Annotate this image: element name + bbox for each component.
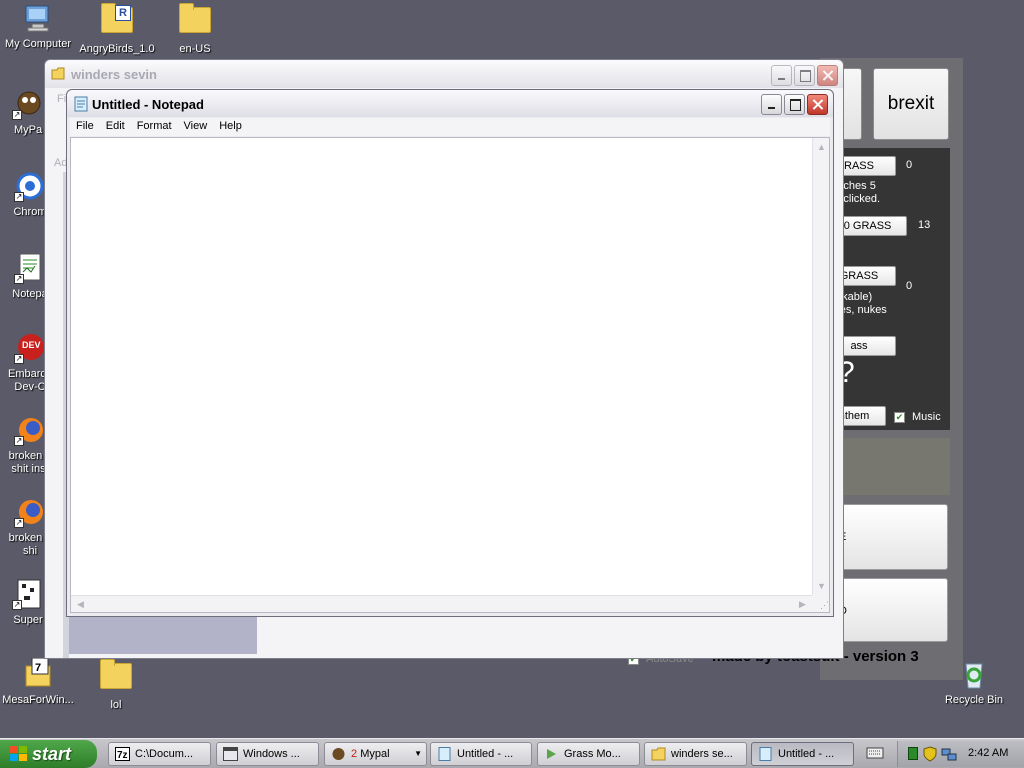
desktop-icon-label: My Computer bbox=[4, 38, 72, 50]
desktop-icon-mesa[interactable]: 7 MesaForWin... bbox=[0, 657, 78, 707]
taskbar-item-cmd[interactable]: 7z C:\Docum... bbox=[108, 742, 211, 766]
notepad-icon: ↗ bbox=[14, 252, 46, 284]
resize-grip-icon[interactable]: ⋰ bbox=[812, 595, 829, 612]
window-icon bbox=[223, 747, 238, 761]
winders-titlebar[interactable]: winders sevin bbox=[45, 60, 843, 88]
taskbar-item-untitled-2[interactable]: Untitled - ... bbox=[751, 742, 854, 766]
taskbar: start 7z C:\Docum... Windows ... 2 Mypal… bbox=[0, 738, 1024, 768]
start-button[interactable]: start bbox=[0, 740, 97, 768]
taskbar-item-label: C:\Docum... bbox=[135, 748, 194, 760]
upgrade-count: 0 bbox=[906, 280, 913, 292]
desktop-icon-label: MesaForWin... bbox=[2, 694, 74, 706]
winders-title: winders sevin bbox=[71, 67, 157, 82]
close-button[interactable] bbox=[807, 94, 828, 115]
taskbar-item-winders[interactable]: winders se... bbox=[644, 742, 747, 766]
music-checkbox[interactable]: ✔ bbox=[894, 412, 905, 423]
taskbar-item-label: Mypal bbox=[360, 748, 390, 760]
desktop-icon-label: en-US bbox=[179, 43, 211, 55]
svg-text:7z: 7z bbox=[117, 750, 128, 761]
dev-cpp-icon: DEV ↗ bbox=[14, 332, 46, 364]
start-label: start bbox=[32, 744, 72, 764]
archive-icon: 7 bbox=[22, 657, 54, 690]
desktop-icon-en-us[interactable]: en-US bbox=[155, 2, 235, 56]
clock[interactable]: 2:42 AM bbox=[968, 747, 1008, 759]
desktop-icon-label: AngryBirds_1.0 bbox=[79, 43, 155, 55]
taskbar-item-label: Grass Mo... bbox=[564, 748, 621, 760]
notepad-window: Untitled - Notepad File Edit Format View Hel… bbox=[66, 89, 834, 617]
folder-icon bbox=[100, 659, 132, 695]
notepad-menubar: File Edit Format View Help bbox=[70, 118, 830, 136]
notepad-icon bbox=[74, 96, 88, 112]
winders-status-area bbox=[69, 616, 257, 654]
taskbar-item-label: winders se... bbox=[671, 748, 733, 760]
notepad-title: Untitled - Notepad bbox=[92, 97, 204, 112]
folder-icon bbox=[651, 747, 666, 761]
svg-text:7: 7 bbox=[35, 662, 41, 674]
security-shield-icon[interactable] bbox=[923, 746, 937, 762]
brexit-button[interactable]: brexit bbox=[873, 68, 949, 140]
menu-file[interactable]: File bbox=[70, 118, 100, 132]
taskbar-item-untitled-1[interactable]: Untitled - ... bbox=[430, 742, 532, 766]
maximize-button[interactable] bbox=[794, 65, 815, 86]
mypal-icon bbox=[332, 748, 345, 760]
notepad-text-area[interactable] bbox=[70, 137, 830, 613]
desktop-icon-label: Recycle Bin bbox=[944, 694, 1004, 706]
close-button[interactable] bbox=[817, 65, 838, 86]
windows-flag-icon bbox=[10, 746, 27, 761]
archive-badge-icon: R bbox=[115, 5, 131, 21]
winders-menu-hint: Fi bbox=[57, 93, 67, 105]
scroll-up-arrow-icon[interactable]: ▲ bbox=[814, 140, 829, 155]
taskbar-item-windows[interactable]: Windows ... bbox=[216, 742, 319, 766]
system-tray: 2:42 AM bbox=[897, 741, 1024, 767]
folder-icon bbox=[179, 3, 211, 39]
menu-format[interactable]: Format bbox=[131, 118, 178, 132]
chevron-down-icon: ▼ bbox=[414, 749, 422, 758]
firefox-icon: ↗ bbox=[14, 496, 46, 528]
menu-edit[interactable]: Edit bbox=[100, 118, 131, 132]
folder-icon: R bbox=[101, 3, 133, 39]
svg-text:DEV: DEV bbox=[22, 340, 41, 350]
maximize-button[interactable] bbox=[784, 94, 805, 115]
pixel-game-icon: ↗ bbox=[12, 578, 44, 610]
desktop-icon-lol[interactable]: lol bbox=[76, 658, 156, 712]
taskbar-item-grass[interactable]: Grass Mo... bbox=[537, 742, 640, 766]
upgrade-count: 0 bbox=[906, 159, 913, 171]
scroll-down-arrow-icon[interactable]: ▼ bbox=[814, 579, 829, 594]
taskbar-item-label: Untitled - ... bbox=[778, 748, 835, 760]
keyboard-icon[interactable] bbox=[866, 745, 884, 761]
taskbar-item-label: Windows ... bbox=[243, 748, 300, 760]
upgrade-count: 13 bbox=[918, 219, 931, 231]
archive-7z-icon: 7z bbox=[115, 747, 130, 761]
taskbar-item-label: Untitled - ... bbox=[457, 748, 514, 760]
minimize-button[interactable] bbox=[771, 65, 792, 86]
notepad-titlebar[interactable]: Untitled - Notepad bbox=[67, 90, 833, 117]
firefox-icon: ↗ bbox=[14, 414, 46, 446]
network-icon[interactable] bbox=[941, 746, 957, 762]
minimize-button[interactable] bbox=[761, 94, 782, 115]
desktop-icon-my-computer[interactable]: My Computer bbox=[0, 2, 78, 51]
vertical-scrollbar[interactable]: ▲ ▼ bbox=[812, 138, 829, 596]
menu-view[interactable]: View bbox=[178, 118, 214, 132]
desktop-icon-label: lol bbox=[110, 699, 122, 711]
scroll-right-arrow-icon[interactable]: ▶ bbox=[795, 597, 810, 612]
battery-icon[interactable] bbox=[908, 747, 918, 760]
taskbar-item-mypal[interactable]: 2 Mypal ▼ bbox=[324, 742, 427, 766]
taskbar-group-count: 2 bbox=[351, 748, 358, 760]
desktop-icon-angrybirds[interactable]: R AngryBirds_1.0 bbox=[77, 2, 157, 56]
horizontal-scrollbar[interactable]: ◀ ▶ bbox=[71, 595, 812, 612]
chrome-icon: ↗ bbox=[14, 170, 46, 202]
mypal-icon: ↗ bbox=[12, 88, 44, 120]
notepad-icon bbox=[759, 747, 772, 761]
menu-help[interactable]: Help bbox=[213, 118, 248, 132]
scroll-left-arrow-icon[interactable]: ◀ bbox=[73, 597, 88, 612]
folder-icon bbox=[51, 67, 67, 80]
music-label: Music bbox=[912, 411, 941, 423]
play-arrow-icon bbox=[547, 749, 556, 759]
computer-icon bbox=[22, 2, 54, 34]
notepad-icon bbox=[438, 747, 451, 761]
